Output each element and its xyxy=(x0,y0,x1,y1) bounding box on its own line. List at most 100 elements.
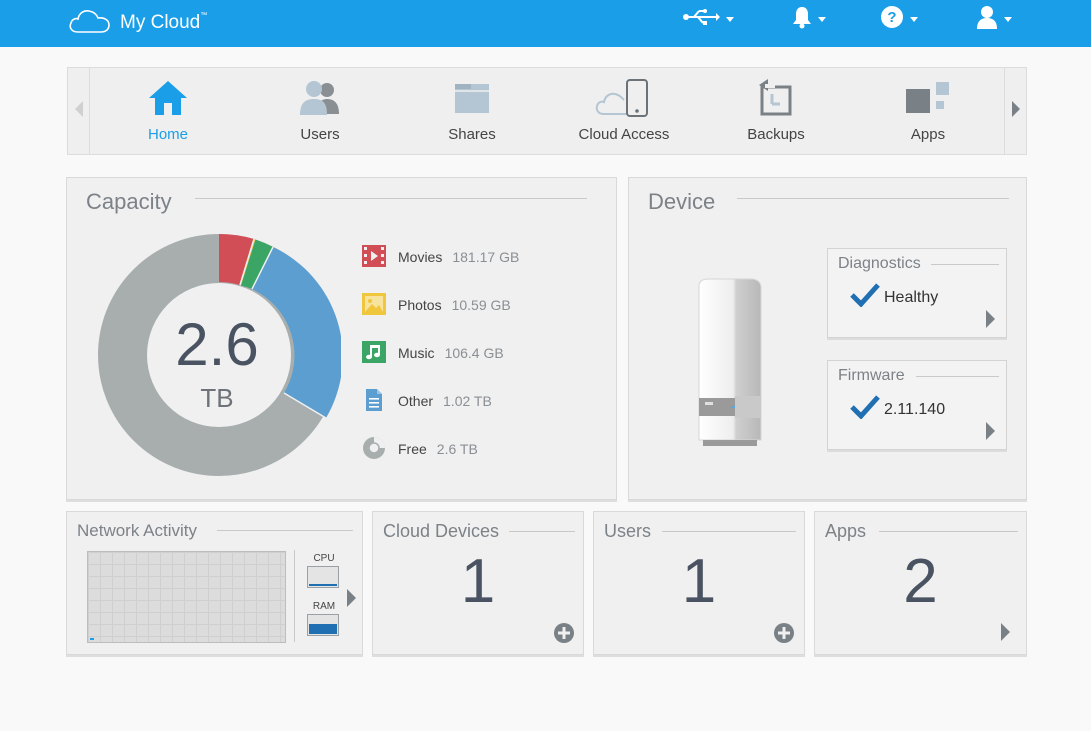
device-title: Device xyxy=(648,189,716,214)
cloud-devices-card[interactable]: Cloud Devices 1 xyxy=(372,511,584,655)
users-icon xyxy=(255,78,385,118)
chevron-down-icon xyxy=(1004,16,1012,22)
network-activity-panel: Network Activity CPU RAM xyxy=(66,511,363,655)
user-menu[interactable] xyxy=(976,5,1012,34)
legend-item-free: Free 2.6 TB xyxy=(362,436,478,462)
legend-value: 10.59 GB xyxy=(451,297,511,313)
users-card[interactable]: Users 1 xyxy=(593,511,805,655)
nav-item-apps[interactable]: Apps xyxy=(863,68,993,154)
divider xyxy=(509,531,575,532)
ram-meter xyxy=(307,614,339,636)
cloud-devices-title: Cloud Devices xyxy=(383,521,500,541)
chevron-right-icon[interactable] xyxy=(1000,623,1010,646)
legend-name: Free xyxy=(398,441,427,457)
music-icon xyxy=(362,340,386,367)
backup-icon xyxy=(711,78,841,118)
capacity-panel: Capacity 2.6 TB Movies 181.17 GB Photos … xyxy=(66,177,617,500)
document-icon xyxy=(362,388,386,415)
legend-value: 2.6 TB xyxy=(436,441,478,457)
nav-item-users[interactable]: Users xyxy=(255,68,385,154)
diagnostics-title: Diagnostics xyxy=(838,255,921,272)
diagnostics-card[interactable]: Diagnostics Healthy xyxy=(827,248,1007,338)
plus-circle-icon xyxy=(774,623,794,643)
nav-item-cloud-access[interactable]: Cloud Access xyxy=(559,68,689,154)
usb-icon xyxy=(682,8,720,30)
add-cloud-device-button[interactable] xyxy=(553,622,575,649)
legend-value: 181.17 GB xyxy=(452,249,520,265)
pie-icon xyxy=(362,436,386,463)
app-title: My Cloud™ xyxy=(120,12,208,33)
legend-value: 106.4 GB xyxy=(444,345,504,361)
notifications-menu[interactable] xyxy=(792,6,826,32)
nav-label: Home xyxy=(147,126,188,143)
apps-count: 2 xyxy=(903,547,938,616)
legend-item-other: Other 1.02 TB xyxy=(362,388,492,414)
chevron-down-icon xyxy=(910,16,918,22)
firmware-version: 2.11.140 xyxy=(884,401,946,418)
device-panel: Device Diagnostics Healthy Firmware 2.11… xyxy=(628,177,1027,500)
nav-label: Apps xyxy=(910,126,946,143)
cpu-label: CPU xyxy=(313,553,335,564)
cloud-device-icon xyxy=(559,78,689,118)
add-user-button[interactable] xyxy=(773,622,795,649)
chevron-right-icon xyxy=(985,310,995,333)
capacity-total-value: 2.6 xyxy=(175,311,259,378)
chevron-down-icon xyxy=(726,16,734,22)
movie-icon xyxy=(362,244,386,271)
svg-text:?: ? xyxy=(887,9,896,26)
legend-item-movies: Movies 181.17 GB xyxy=(362,244,519,270)
folder-icon xyxy=(407,78,537,118)
legend-item-photos: Photos 10.59 GB xyxy=(362,292,511,318)
help-icon: ? xyxy=(880,5,904,34)
nav-label: Cloud Access xyxy=(578,126,670,143)
users-title: Users xyxy=(604,521,652,541)
checkmark-icon xyxy=(850,283,880,312)
nav-scroll-right[interactable] xyxy=(1004,68,1026,154)
capacity-title: Capacity xyxy=(86,189,172,214)
firmware-card[interactable]: Firmware 2.11.140 xyxy=(827,360,1007,450)
chevron-left-icon xyxy=(74,100,84,122)
chevron-down-icon xyxy=(818,16,826,22)
divider xyxy=(931,264,999,265)
divider xyxy=(217,530,353,531)
network-graph xyxy=(87,551,286,643)
divider xyxy=(879,531,1018,532)
plus-circle-icon xyxy=(554,623,574,643)
ram-label: RAM xyxy=(312,601,336,612)
help-menu[interactable]: ? xyxy=(880,5,918,34)
bell-icon xyxy=(792,5,812,34)
diagnostics-status: Healthy xyxy=(884,289,939,306)
legend-name: Movies xyxy=(398,249,443,265)
apps-title: Apps xyxy=(825,521,867,541)
cpu-meter-fill xyxy=(309,584,337,586)
top-bar: My Cloud™ ? xyxy=(0,0,1091,47)
ram-meter-fill xyxy=(309,624,337,634)
brand[interactable]: My Cloud™ xyxy=(68,7,207,39)
legend-name: Photos xyxy=(398,297,442,313)
chevron-right-icon xyxy=(1011,100,1021,122)
users-count: 1 xyxy=(681,547,717,616)
checkmark-icon xyxy=(850,395,880,424)
nas-device-image xyxy=(698,278,762,446)
home-icon xyxy=(103,78,233,118)
nav-scroll-left[interactable] xyxy=(68,68,90,154)
network-activity-line xyxy=(90,638,94,640)
legend-name: Music xyxy=(398,345,435,361)
nav-item-home[interactable]: Home xyxy=(103,68,233,154)
cloud-devices-count: 1 xyxy=(460,547,496,616)
nav-item-backups[interactable]: Backups xyxy=(711,68,841,154)
chevron-right-icon xyxy=(985,422,995,445)
divider xyxy=(916,376,999,377)
cpu-meter xyxy=(307,566,339,588)
nav-item-shares[interactable]: Shares xyxy=(407,68,537,154)
cloud-logo-icon xyxy=(68,7,112,40)
divider xyxy=(662,531,796,532)
nav-label: Backups xyxy=(747,126,805,143)
capacity-total-unit: TB xyxy=(200,383,234,413)
apps-card[interactable]: Apps 2 xyxy=(814,511,1027,655)
photo-icon xyxy=(362,292,386,319)
user-icon xyxy=(976,5,998,34)
chevron-right-icon[interactable] xyxy=(346,589,356,612)
apps-icon xyxy=(863,78,993,118)
usb-menu[interactable] xyxy=(682,6,734,32)
